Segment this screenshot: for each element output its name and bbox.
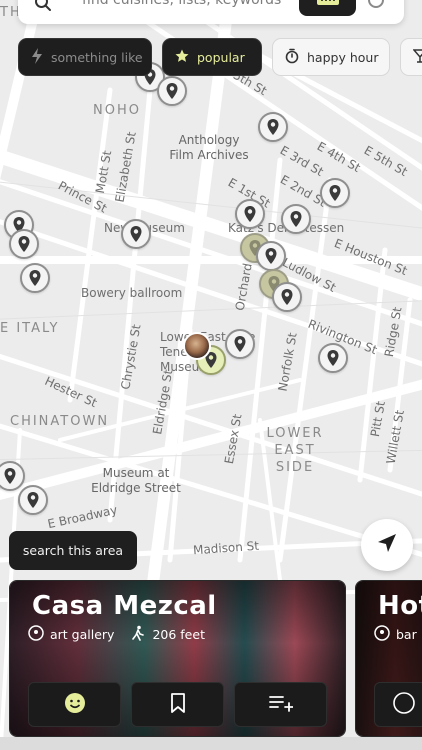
chip-more[interactable] xyxy=(400,38,422,76)
map-pin[interactable] xyxy=(272,282,302,312)
map-label-noho: NOHO xyxy=(93,103,141,118)
chip-label: something like xyxy=(51,49,143,65)
star-icon xyxy=(175,49,189,66)
chip-label: popular xyxy=(197,49,245,65)
lightning-icon xyxy=(31,47,43,67)
react-button[interactable] xyxy=(28,682,121,727)
chip-label: happy hour xyxy=(307,49,379,65)
bookmark-button[interactable] xyxy=(131,682,224,727)
search-icon xyxy=(34,0,52,16)
cocktail-icon xyxy=(412,48,422,67)
search-this-area-button[interactable]: search this area xyxy=(9,531,137,570)
map-pin[interactable] xyxy=(281,204,311,234)
map-label-chinatown: CHINATOWN xyxy=(10,414,110,429)
bottom-strip xyxy=(0,737,422,750)
chip-something-like[interactable]: something like xyxy=(18,38,152,76)
map-label-museum-eldridge: Museum at Eldridge Street xyxy=(91,466,181,495)
search-bar[interactable]: find cuisines, lists, keywords xyxy=(18,0,404,24)
search-input[interactable]: find cuisines, lists, keywords xyxy=(82,0,281,8)
bookmark-icon xyxy=(170,692,186,717)
refresh-icon[interactable] xyxy=(366,0,386,10)
place-distance: 206 feet xyxy=(152,627,205,642)
location-pin-icon xyxy=(374,625,390,644)
filter-icon xyxy=(315,0,341,13)
place-meta: bar xyxy=(374,625,417,644)
friend-avatar[interactable] xyxy=(183,332,211,360)
map-pin[interactable] xyxy=(157,76,187,106)
card-actions xyxy=(374,682,422,727)
add-to-list-icon xyxy=(268,694,294,716)
map-pin[interactable] xyxy=(121,219,151,249)
place-title: Hot xyxy=(378,591,422,621)
map-pin[interactable] xyxy=(256,241,286,271)
place-category: art gallery xyxy=(50,627,115,642)
place-meta: art gallery 206 feet xyxy=(28,625,205,644)
timer-icon xyxy=(285,48,299,67)
map-pin[interactable] xyxy=(18,485,48,515)
map-pin[interactable] xyxy=(225,329,255,359)
card-actions xyxy=(28,682,327,727)
add-to-list-button[interactable] xyxy=(234,682,327,727)
chip-happy-hour[interactable]: happy hour xyxy=(272,38,390,76)
map-pin[interactable] xyxy=(258,112,288,142)
map-pin[interactable] xyxy=(320,178,350,208)
chip-popular[interactable]: popular xyxy=(162,38,262,76)
react-button[interactable] xyxy=(374,682,422,727)
map-pin[interactable] xyxy=(20,263,50,293)
map-pin[interactable] xyxy=(9,229,39,259)
smile-icon xyxy=(393,691,415,718)
locate-button[interactable] xyxy=(361,519,413,571)
map-pin[interactable] xyxy=(318,343,348,373)
smile-icon xyxy=(64,692,86,718)
map-label-anthology: Anthology Film Archives xyxy=(169,133,249,162)
filter-button[interactable] xyxy=(299,0,356,16)
map-label-bowery-ballroom: Bowery ballroom xyxy=(81,286,183,300)
location-pin-icon xyxy=(28,625,44,644)
map-label-little-italy: E ITALY xyxy=(0,321,60,336)
place-card[interactable]: Hot bar xyxy=(355,580,422,737)
walking-icon xyxy=(130,625,146,644)
place-card[interactable]: Casa Mezcal art gallery 206 feet xyxy=(9,580,346,737)
map-pin[interactable] xyxy=(235,199,265,229)
place-title: Casa Mezcal xyxy=(32,591,217,621)
place-category: bar xyxy=(396,627,417,642)
map-label-lower-east-side: LOWER EAST SIDE xyxy=(266,426,324,475)
navigation-arrow-icon xyxy=(375,531,399,559)
